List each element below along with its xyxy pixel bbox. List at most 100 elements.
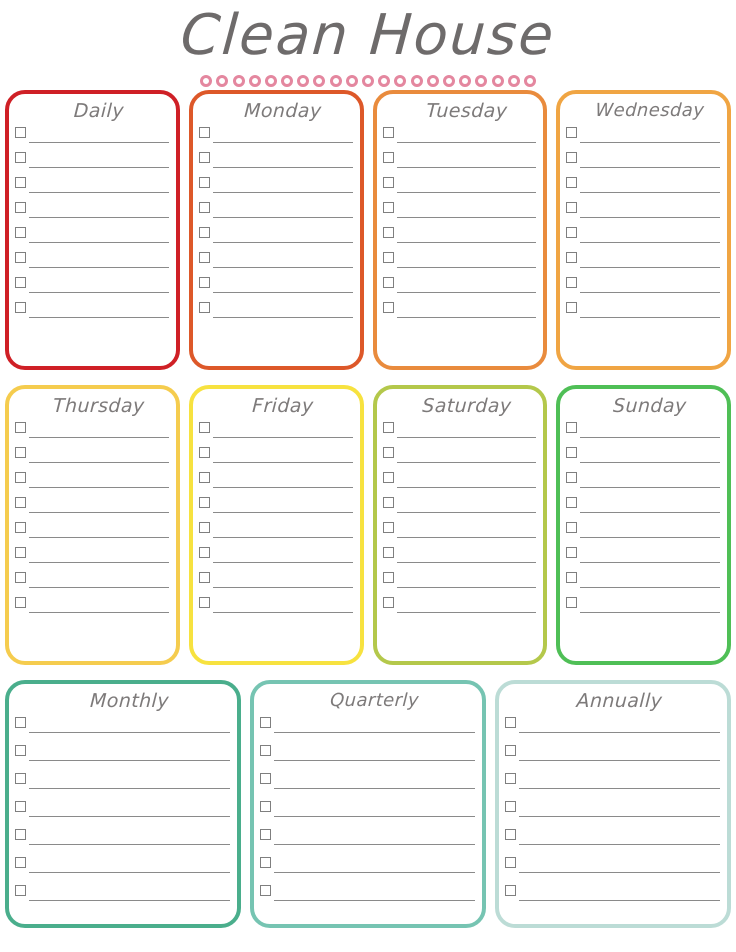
checklist-card-daily[interactable]: Daily	[5, 90, 180, 370]
checkbox-icon[interactable]	[566, 227, 578, 238]
checkbox-icon[interactable]	[15, 801, 26, 812]
task-write-line[interactable]	[580, 571, 720, 588]
checklist-row[interactable]	[382, 151, 537, 176]
checklist-row[interactable]	[505, 716, 720, 744]
checkbox-icon[interactable]	[15, 202, 26, 213]
task-write-line[interactable]	[519, 716, 720, 733]
task-write-line[interactable]	[29, 800, 230, 817]
checklist-row[interactable]	[566, 446, 720, 471]
checklist-row[interactable]	[566, 421, 720, 446]
checkbox-icon[interactable]	[15, 447, 26, 458]
task-write-line[interactable]	[396, 521, 537, 538]
task-write-line[interactable]	[274, 884, 475, 901]
checklist-row[interactable]	[260, 884, 475, 912]
checklist-row[interactable]	[15, 884, 230, 912]
checklist-row[interactable]	[505, 772, 720, 800]
task-write-line[interactable]	[580, 596, 720, 613]
checkbox-icon[interactable]	[260, 717, 271, 728]
checklist-row[interactable]	[198, 251, 353, 276]
task-write-line[interactable]	[274, 716, 475, 733]
checklist-row[interactable]	[15, 176, 169, 201]
checklist-row[interactable]	[382, 496, 537, 521]
task-write-line[interactable]	[396, 546, 537, 563]
task-write-line[interactable]	[396, 471, 537, 488]
checkbox-icon[interactable]	[15, 745, 26, 756]
task-write-line[interactable]	[29, 421, 169, 438]
checklist-row[interactable]	[382, 301, 537, 326]
task-write-line[interactable]	[29, 301, 169, 318]
checklist-row[interactable]	[382, 126, 537, 151]
checklist-row[interactable]	[260, 716, 475, 744]
checklist-row[interactable]	[566, 126, 720, 151]
checklist-row[interactable]	[15, 276, 169, 301]
task-write-line[interactable]	[396, 276, 537, 293]
checkbox-icon[interactable]	[15, 177, 26, 188]
task-write-line[interactable]	[29, 251, 169, 268]
checkbox-icon[interactable]	[198, 152, 210, 163]
task-write-line[interactable]	[29, 772, 230, 789]
task-write-line[interactable]	[580, 471, 720, 488]
checkbox-icon[interactable]	[15, 522, 26, 533]
checklist-row[interactable]	[566, 151, 720, 176]
task-write-line[interactable]	[396, 201, 537, 218]
checkbox-icon[interactable]	[382, 177, 394, 188]
checkbox-icon[interactable]	[566, 597, 578, 608]
task-write-line[interactable]	[396, 301, 537, 318]
checklist-row[interactable]	[382, 421, 537, 446]
checkbox-icon[interactable]	[198, 227, 210, 238]
task-write-line[interactable]	[519, 856, 720, 873]
checklist-row[interactable]	[15, 596, 169, 621]
checklist-card-thursday[interactable]: Thursday	[5, 385, 180, 665]
checkbox-icon[interactable]	[382, 127, 394, 138]
checkbox-icon[interactable]	[15, 597, 26, 608]
checklist-card-quarterly[interactable]: Quarterly	[250, 680, 486, 928]
checklist-row[interactable]	[15, 546, 169, 571]
checkbox-icon[interactable]	[260, 801, 271, 812]
checklist-card-monday[interactable]: Monday	[188, 90, 364, 370]
checklist-row[interactable]	[15, 772, 230, 800]
checkbox-icon[interactable]	[505, 745, 516, 756]
checkbox-icon[interactable]	[198, 302, 210, 313]
checkbox-icon[interactable]	[198, 127, 210, 138]
checklist-row[interactable]	[382, 251, 537, 276]
checklist-row[interactable]	[382, 176, 537, 201]
checkbox-icon[interactable]	[198, 177, 210, 188]
checklist-row[interactable]	[15, 421, 169, 446]
checklist-row[interactable]	[198, 571, 353, 596]
checklist-row[interactable]	[198, 151, 353, 176]
task-write-line[interactable]	[29, 884, 230, 901]
checkbox-icon[interactable]	[198, 447, 210, 458]
task-write-line[interactable]	[519, 800, 720, 817]
checklist-row[interactable]	[566, 496, 720, 521]
task-write-line[interactable]	[29, 716, 230, 733]
task-write-line[interactable]	[29, 828, 230, 845]
checklist-row[interactable]	[260, 772, 475, 800]
checkbox-icon[interactable]	[382, 522, 394, 533]
checkbox-icon[interactable]	[505, 885, 516, 896]
checkbox-icon[interactable]	[198, 547, 210, 558]
checkbox-icon[interactable]	[260, 773, 271, 784]
checkbox-icon[interactable]	[505, 717, 516, 728]
checkbox-icon[interactable]	[505, 829, 516, 840]
checklist-row[interactable]	[382, 596, 537, 621]
checkbox-icon[interactable]	[260, 857, 271, 868]
checklist-row[interactable]	[15, 856, 230, 884]
task-write-line[interactable]	[29, 471, 169, 488]
task-write-line[interactable]	[519, 744, 720, 761]
task-write-line[interactable]	[212, 596, 353, 613]
checklist-row[interactable]	[382, 446, 537, 471]
task-write-line[interactable]	[29, 446, 169, 463]
task-write-line[interactable]	[396, 421, 537, 438]
checklist-row[interactable]	[198, 546, 353, 571]
checkbox-icon[interactable]	[260, 745, 271, 756]
checkbox-icon[interactable]	[15, 227, 26, 238]
task-write-line[interactable]	[396, 226, 537, 243]
checkbox-icon[interactable]	[382, 302, 394, 313]
task-write-line[interactable]	[580, 176, 720, 193]
checkbox-icon[interactable]	[15, 152, 26, 163]
checkbox-icon[interactable]	[198, 497, 210, 508]
task-write-line[interactable]	[580, 201, 720, 218]
checkbox-icon[interactable]	[566, 472, 578, 483]
checkbox-icon[interactable]	[566, 127, 578, 138]
checkbox-icon[interactable]	[382, 152, 394, 163]
